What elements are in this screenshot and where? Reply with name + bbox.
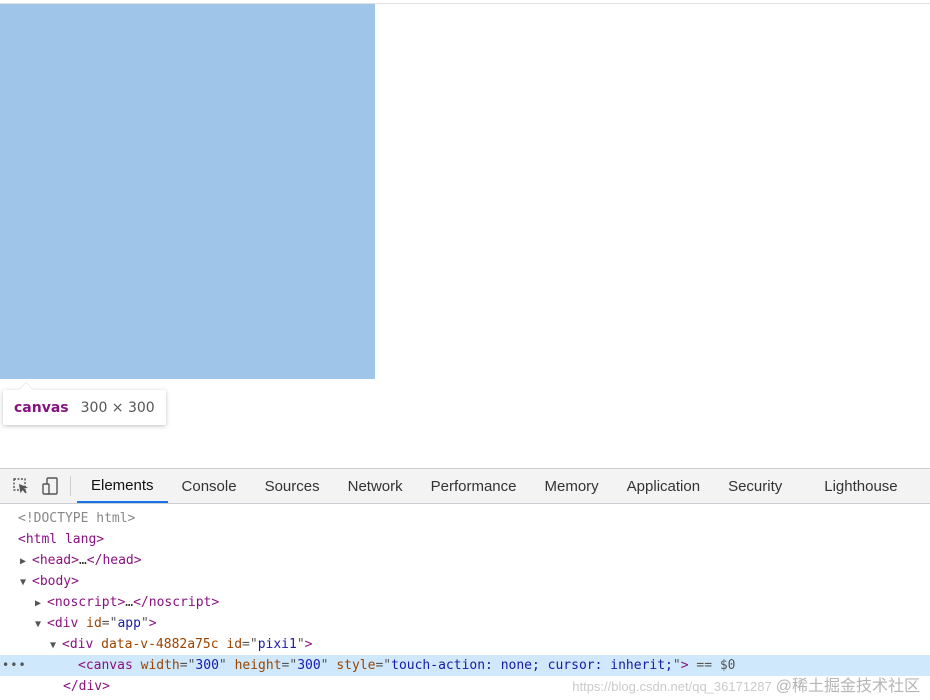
canvas-height-value: 300 xyxy=(297,658,321,673)
dom-node-div-app[interactable]: ▼ <div id="app"> xyxy=(0,613,930,634)
expand-arrow-icon[interactable]: ▶ xyxy=(35,593,47,614)
tab-console[interactable]: Console xyxy=(168,469,251,503)
head-ellipsis: … xyxy=(78,553,87,568)
devtools-panel: Elements Console Sources Network Perform… xyxy=(0,468,930,700)
canvas-style-value: touch-action: none; cursor: inherit; xyxy=(391,658,673,673)
dom-node-noscript[interactable]: ▶ <noscript>…</noscript> xyxy=(0,592,930,613)
tab-network[interactable]: Network xyxy=(334,469,417,503)
inspect-element-icon[interactable] xyxy=(6,469,36,503)
expand-arrow-icon[interactable]: ▶ xyxy=(20,551,32,572)
collapse-arrow-icon[interactable]: ▼ xyxy=(20,572,32,593)
console-ref-marker: == $0 xyxy=(696,658,736,673)
div-pixi-tag: div xyxy=(69,637,94,652)
canvas-style-attr: style xyxy=(336,658,376,673)
watermark: https://blog.csdn.net/qq_36171287 @稀土掘金技术… xyxy=(572,672,920,696)
toolbar-divider xyxy=(70,476,71,496)
dom-node-body[interactable]: ▼ <body> xyxy=(0,571,930,592)
tab-security[interactable]: Security xyxy=(714,469,796,503)
tooltip-tag-name: canvas xyxy=(14,399,69,416)
watermark-text: @稀土掘金技术社区 xyxy=(775,678,920,695)
dom-node-head[interactable]: ▶ <head>…</head> xyxy=(0,550,930,571)
div-app-attr: id xyxy=(86,616,102,631)
div-pixi-attr-data-v: data-v-4882a75c xyxy=(101,637,219,652)
noscript-open-tag: <noscript> xyxy=(47,595,126,610)
dom-node-div-pixi[interactable]: ▼ <div data-v-4882a75c id="pixi1"> xyxy=(0,634,930,655)
highlighted-canvas[interactable] xyxy=(0,4,375,379)
div-close-tag: </div> xyxy=(63,679,110,694)
devtools-tabs: Elements Console Sources Network Perform… xyxy=(77,469,918,503)
more-options-icon[interactable]: ••• xyxy=(2,655,27,676)
tooltip-dimensions: 300 × 300 xyxy=(80,399,155,416)
canvas-width-value: 300 xyxy=(195,658,219,673)
dom-node-html[interactable]: <html lang> xyxy=(0,529,930,550)
div-pixi-id-value: pixi1 xyxy=(257,637,297,652)
tab-performance[interactable]: Performance xyxy=(417,469,531,503)
watermark-url: https://blog.csdn.net/qq_36171287 xyxy=(572,679,772,694)
tab-memory[interactable]: Memory xyxy=(531,469,613,503)
device-toggle-icon[interactable] xyxy=(36,469,66,503)
devtools-toolbar: Elements Console Sources Network Perform… xyxy=(0,468,930,504)
doctype-text: <!DOCTYPE html> xyxy=(18,511,136,526)
div-app-value: app xyxy=(117,616,141,631)
elements-tree: <!DOCTYPE html> <html lang> ▶ <head>…</he… xyxy=(0,504,930,697)
html-open-tag: <html lang> xyxy=(18,532,105,547)
head-close-tag: </head> xyxy=(86,553,142,568)
noscript-ellipsis: … xyxy=(125,595,134,610)
div-pixi-attr-id: id xyxy=(226,637,243,652)
body-open-tag: <body> xyxy=(32,574,79,589)
canvas-tag: canvas xyxy=(85,658,133,673)
dom-node-doctype[interactable]: <!DOCTYPE html> xyxy=(0,508,930,529)
noscript-close-tag: </noscript> xyxy=(133,595,220,610)
collapse-arrow-icon[interactable]: ▼ xyxy=(50,635,62,656)
element-inspect-tooltip: canvas 300 × 300 xyxy=(3,390,166,425)
canvas-height-attr: height xyxy=(234,658,282,673)
collapse-arrow-icon[interactable]: ▼ xyxy=(35,614,47,635)
page-viewport: canvas 300 × 300 xyxy=(0,0,930,468)
tab-lighthouse[interactable]: Lighthouse xyxy=(796,469,917,503)
tab-elements[interactable]: Elements xyxy=(77,469,168,503)
canvas-width-attr: width xyxy=(140,658,180,673)
div-app-tag: div xyxy=(54,616,79,631)
tab-sources[interactable]: Sources xyxy=(251,469,334,503)
head-open-tag: <head> xyxy=(32,553,79,568)
tab-application[interactable]: Application xyxy=(613,469,714,503)
